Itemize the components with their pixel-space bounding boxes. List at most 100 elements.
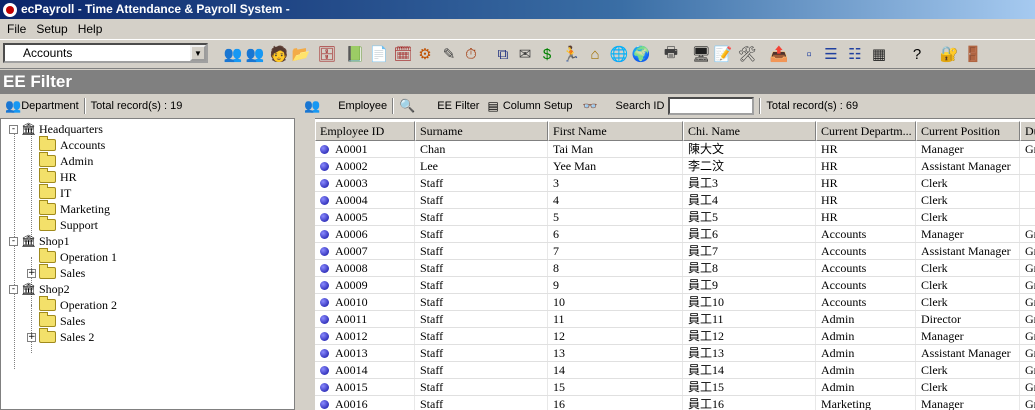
tools-icon[interactable]: 🛠: [736, 43, 758, 65]
tree-node[interactable]: Operation 2: [27, 296, 117, 313]
employees-icon[interactable]: 👥: [222, 43, 244, 65]
collapse-icon[interactable]: -: [9, 284, 18, 294]
search-id-input[interactable]: [668, 97, 755, 115]
small-icons-icon[interactable]: ▫: [798, 43, 820, 65]
tree-node[interactable]: + Sales 2: [27, 328, 94, 345]
book-icon[interactable]: 📗: [344, 43, 366, 65]
table-cell: Gr: [1020, 379, 1035, 395]
table-row[interactable]: A0001 Chan Tai Man 陳大文 HR Manager Gr: [315, 141, 1035, 158]
table-row[interactable]: A0009 Staff 9 員工9 Accounts Clerk Gr: [315, 277, 1035, 294]
cell-text: Admin: [821, 329, 855, 343]
globe-icon[interactable]: 🌍: [630, 43, 652, 65]
department-combo[interactable]: Accounts ▼: [3, 43, 208, 63]
cell-text: A0013: [335, 346, 368, 360]
tree-node[interactable]: + Sales: [27, 264, 85, 281]
table-row[interactable]: A0006 Staff 6 員工6 Accounts Manager Gr: [315, 226, 1035, 243]
globe-pin-icon[interactable]: 🌐: [608, 43, 630, 65]
tree-node[interactable]: IT: [27, 184, 71, 201]
cell-text: Staff: [420, 261, 444, 275]
monitor-icon[interactable]: 🖥: [690, 43, 712, 65]
tree-node[interactable]: Support: [27, 216, 98, 233]
column-header[interactable]: Surname: [415, 121, 548, 141]
table-row[interactable]: A0014 Staff 14 員工14 Admin Clerk Gr: [315, 362, 1035, 379]
tree-node[interactable]: HR: [27, 168, 77, 185]
tree-node[interactable]: Sales: [27, 312, 85, 329]
table-row[interactable]: A0010 Staff 10 員工10 Accounts Clerk Gr: [315, 294, 1035, 311]
table-row[interactable]: A0013 Staff 13 員工13 Admin Assistant Manager Gr: [315, 345, 1035, 362]
table-row[interactable]: A0007 Staff 7 員工7 Accounts Assistant Manager G…: [315, 243, 1035, 260]
folder-open-icon[interactable]: 📂: [290, 43, 312, 65]
table-row[interactable]: A0011 Staff 11 員工11 Admin Director Gr: [315, 311, 1035, 328]
menu-help[interactable]: Help: [73, 22, 108, 36]
department-tree[interactable]: - 🏛 Headquarters Accounts Admin HR IT Marketing…: [0, 118, 295, 410]
cabinet-icon[interactable]: 🗄: [316, 43, 338, 65]
collapse-icon[interactable]: -: [9, 124, 18, 134]
table-row[interactable]: A0004 Staff 4 員工4 HR Clerk: [315, 192, 1035, 209]
column-header[interactable]: Du: [1020, 121, 1035, 141]
menu-file[interactable]: File: [2, 22, 31, 36]
table-row[interactable]: A0015 Staff 15 員工15 Admin Clerk Gr: [315, 379, 1035, 396]
table-row[interactable]: A0005 Staff 5 員工5 HR Clerk: [315, 209, 1035, 226]
printer-icon[interactable]: 🖶: [660, 43, 682, 65]
table-row[interactable]: A0012 Staff 12 員工12 Admin Manager Gr: [315, 328, 1035, 345]
cell-text: Gr: [1025, 295, 1035, 309]
binoculars-icon[interactable]: 👓: [583, 99, 598, 113]
clock-icon[interactable]: ⏱: [460, 43, 482, 65]
edit-doc-icon[interactable]: 📝: [712, 43, 734, 65]
edit-icon[interactable]: ✎: [438, 43, 460, 65]
person-card-icon[interactable]: 🧑: [268, 43, 290, 65]
employee-label[interactable]: Employee: [338, 100, 387, 112]
help-icon[interactable]: ?: [906, 43, 928, 65]
menu-setup[interactable]: Setup: [31, 22, 72, 36]
panel-splitter[interactable]: [295, 118, 315, 410]
app-icon[interactable]: [3, 2, 17, 17]
document-icon[interactable]: 📄: [368, 43, 390, 65]
user-key-icon-glyph: 🔐: [939, 46, 959, 63]
tree-node[interactable]: - 🏛 Shop2: [9, 281, 70, 297]
exit-icon[interactable]: 🚪: [962, 43, 984, 65]
report-icon[interactable]: 🗓: [392, 43, 414, 65]
table-row[interactable]: A0002 Lee Yee Man 李二汶 HR Assistant Manager: [315, 158, 1035, 175]
table-cell: A0002: [315, 158, 415, 174]
collapse-icon[interactable]: -: [9, 236, 18, 246]
department-label[interactable]: Department: [21, 100, 78, 112]
tree-node[interactable]: Admin: [27, 152, 93, 169]
mail-icon[interactable]: ✉: [514, 43, 536, 65]
user-key-icon[interactable]: 🔐: [938, 43, 960, 65]
cell-text: 員工10: [688, 295, 725, 309]
table-cell: Accounts: [816, 226, 916, 242]
group-icon[interactable]: 👥: [244, 43, 266, 65]
table-cell: A0005: [315, 209, 415, 225]
expand-icon[interactable]: +: [27, 332, 36, 342]
details-icon[interactable]: ☷: [844, 43, 866, 65]
ee-filter-button[interactable]: EE Filter: [437, 100, 479, 112]
runner-icon[interactable]: 🏃: [560, 43, 582, 65]
column-header[interactable]: Chi. Name: [683, 121, 816, 141]
list-icon[interactable]: ☰: [820, 43, 842, 65]
tree-node[interactable]: Marketing: [27, 200, 110, 217]
tree-node[interactable]: - 🏛 Headquarters: [9, 121, 103, 137]
tree-node[interactable]: Operation 1: [27, 248, 117, 265]
gear-icon[interactable]: ⚙: [414, 43, 436, 65]
table-row[interactable]: A0003 Staff 3 員工3 HR Clerk: [315, 175, 1035, 192]
expand-icon[interactable]: +: [27, 268, 36, 278]
tree-node[interactable]: Accounts: [27, 136, 105, 153]
tree-node[interactable]: - 🏛 Shop1: [9, 233, 70, 249]
column-header[interactable]: Current Departm...: [816, 121, 916, 141]
dollar-icon[interactable]: $: [536, 43, 558, 65]
column-setup-button[interactable]: Column Setup: [503, 100, 573, 112]
column-header[interactable]: Employee ID: [315, 121, 415, 141]
export-icon[interactable]: 📤: [768, 43, 790, 65]
table-row[interactable]: A0016 Staff 16 員工16 Marketing Manager Gr: [315, 396, 1035, 410]
table-row[interactable]: A0008 Staff 8 員工8 Accounts Clerk Gr: [315, 260, 1035, 277]
copy-icon[interactable]: ⧉: [492, 43, 514, 65]
grid-view-icon[interactable]: ▦: [868, 43, 890, 65]
column-header[interactable]: Current Position: [916, 121, 1020, 141]
column-header[interactable]: First Name: [548, 121, 683, 141]
chevron-down-icon[interactable]: ▼: [190, 45, 206, 61]
cell-text: Admin: [821, 363, 855, 377]
cell-text: Gr: [1025, 227, 1035, 241]
employee-grid[interactable]: Employee ID Surname First Name Chi. Name Cur…: [315, 118, 1035, 410]
magnifier-filter-icon[interactable]: 🔍: [399, 98, 415, 114]
home-icon[interactable]: ⌂: [584, 43, 606, 65]
